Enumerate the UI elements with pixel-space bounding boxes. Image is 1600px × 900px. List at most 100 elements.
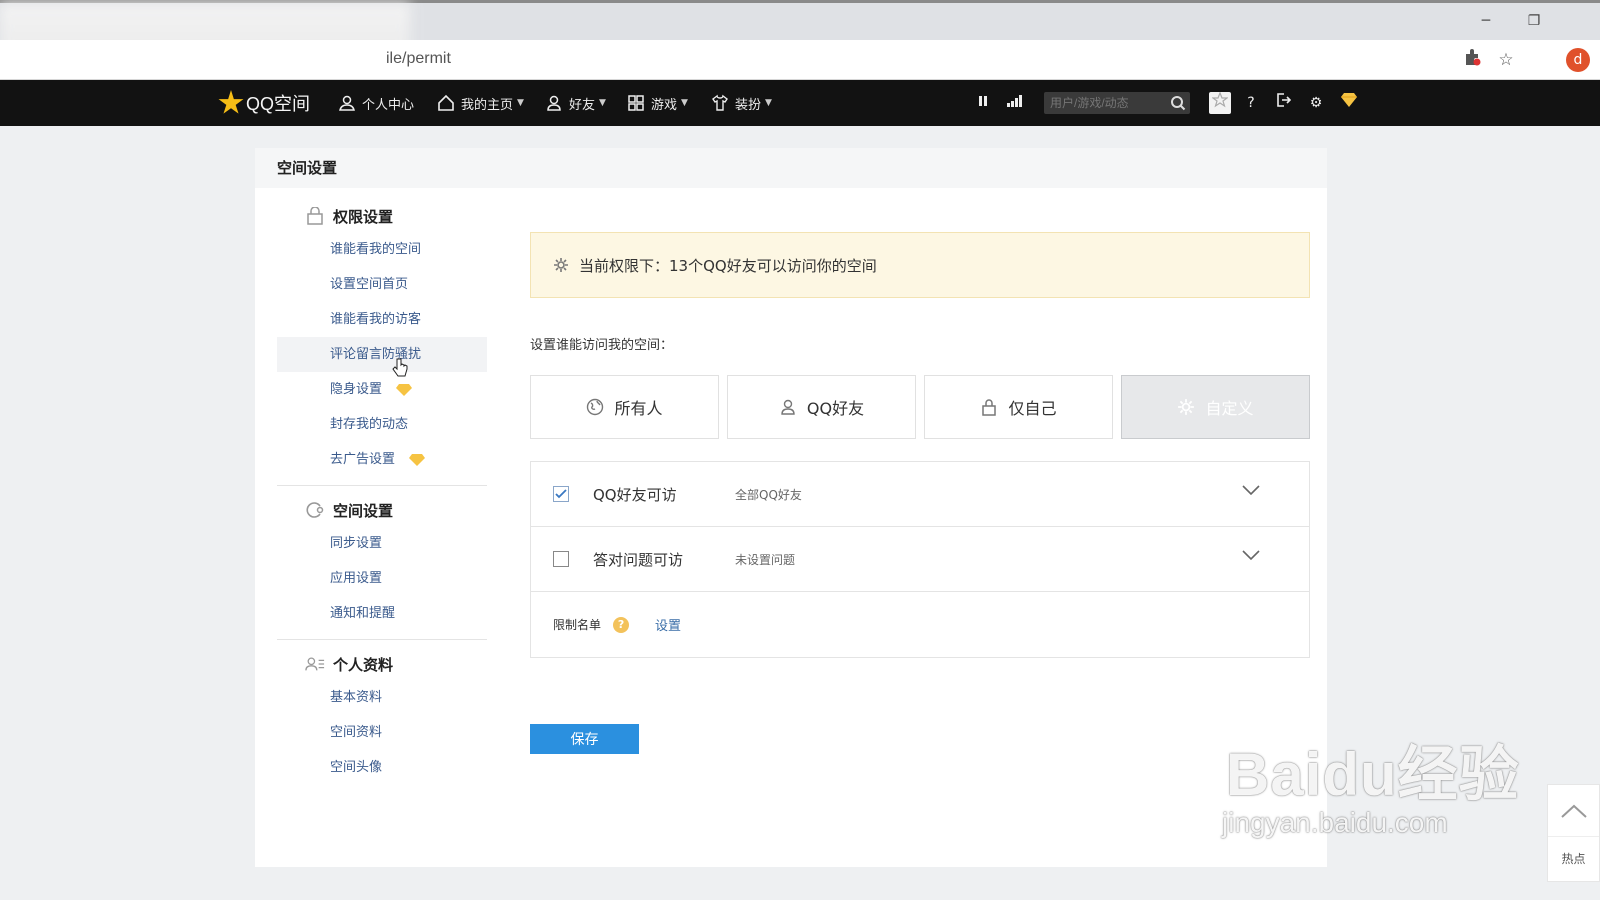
sidebar-item-set-homepage[interactable]: 设置空间首页 <box>277 267 487 302</box>
sidebar-item-apps[interactable]: 应用设置 <box>277 561 487 596</box>
permission-content: 当前权限下：13个QQ好友可以访问你的空间 设置谁能访问我的空间： 所有人 QQ… <box>530 232 1310 754</box>
nav-my-homepage[interactable]: 我的主页 ▼ <box>437 93 524 113</box>
settings-sidebar: 权限设置 谁能看我的空间 设置空间首页 谁能看我的访客 评论留言防骚扰 隐身设置… <box>277 200 487 785</box>
signal-bars-icon[interactable] <box>1003 92 1025 114</box>
option-only-me[interactable]: 仅自己 <box>924 375 1113 439</box>
friend-icon <box>547 95 561 111</box>
back-to-top-button[interactable] <box>1548 785 1599 837</box>
sidebar-item-sync[interactable]: 同步设置 <box>277 526 487 561</box>
group-title-text: 空间设置 <box>333 501 394 520</box>
restrict-list-label: 限制名单 <box>553 618 602 632</box>
hot-side-panel: 热点 <box>1547 784 1600 882</box>
divider <box>277 485 487 486</box>
divider <box>277 639 487 640</box>
logout-icon[interactable] <box>1272 92 1294 114</box>
nav-label: 个人中心 <box>362 97 415 113</box>
favorite-star-icon[interactable] <box>1209 91 1231 114</box>
diamond-icon[interactable] <box>1338 92 1360 114</box>
sidebar-item-anti-harassment[interactable]: 评论留言防骚扰 <box>277 337 487 372</box>
rule-title: QQ好友可访 <box>593 485 677 504</box>
space-settings-icon <box>306 502 324 518</box>
sidebar-item-who-can-see-visitors[interactable]: 谁能看我的访客 <box>277 302 487 337</box>
option-qq-friends[interactable]: QQ好友 <box>727 375 916 439</box>
notice-text: 当前权限下：13个QQ好友可以访问你的空间 <box>579 256 877 275</box>
nav-label: 装扮 <box>735 97 762 113</box>
search-icon[interactable] <box>1170 95 1186 111</box>
chevron-down-icon[interactable] <box>1241 484 1261 496</box>
baidu-watermark: Baidu经验 jingyan.baidu.com <box>1222 726 1520 839</box>
rule-subtitle: 全部QQ好友 <box>735 487 802 502</box>
help-icon[interactable]: ? <box>613 616 630 633</box>
option-custom[interactable]: 自定义 <box>1121 375 1310 439</box>
chevron-down-icon[interactable] <box>1241 549 1261 561</box>
sidebar-item-space-avatar[interactable]: 空间头像 <box>277 750 487 785</box>
question-access-checkbox[interactable] <box>553 551 569 567</box>
group-profile: 个人资料 <box>277 648 487 680</box>
who-can-access-label: 设置谁能访问我的空间： <box>530 338 674 353</box>
diamond-icon <box>396 383 413 396</box>
rule-friends-access[interactable]: QQ好友可访 全部QQ好友 <box>531 462 1309 527</box>
access-options: 所有人 QQ好友 仅自己 自定义 <box>530 375 1310 439</box>
caret-down-icon: ▼ <box>765 98 772 108</box>
restore-icon[interactable]: ❐ <box>1522 11 1546 31</box>
option-label: 所有人 <box>614 399 663 418</box>
friends-access-checkbox[interactable] <box>553 486 569 502</box>
person-icon <box>339 95 355 111</box>
minimize-icon[interactable]: ─ <box>1474 11 1498 31</box>
sidebar-item-space-info[interactable]: 空间资料 <box>277 715 487 750</box>
globe-icon <box>587 398 604 416</box>
sidebar-item-who-can-view[interactable]: 谁能看我的空间 <box>277 232 487 267</box>
nav-games[interactable]: 游戏 ▼ <box>627 93 688 113</box>
home-icon <box>438 94 454 111</box>
restrict-list-set-link[interactable]: 设置 <box>655 615 681 634</box>
option-label: 仅自己 <box>1008 399 1057 418</box>
sidebar-item-invisible[interactable]: 隐身设置 <box>277 372 487 407</box>
watermark-main: Baidu经验 <box>1226 741 1520 808</box>
diamond-icon <box>409 453 426 466</box>
chevron-up-icon <box>1560 804 1587 818</box>
search-input[interactable] <box>1044 92 1164 114</box>
checkmark-icon <box>555 489 567 499</box>
nav-label: 游戏 <box>651 97 678 113</box>
grid-icon <box>628 95 644 111</box>
extension-icon[interactable] <box>1460 48 1484 72</box>
rule-restrict-list: 限制名单 ? 设置 <box>531 592 1309 657</box>
profile-avatar[interactable]: d <box>1566 48 1590 72</box>
sidebar-item-archive-feeds[interactable]: 封存我的动态 <box>277 407 487 442</box>
lock-icon <box>307 207 323 225</box>
save-button[interactable]: 保存 <box>530 724 639 754</box>
browser-titlebar: ─ ❐ <box>0 0 1600 83</box>
gear-icon[interactable]: ⚙ <box>1305 92 1327 114</box>
logo-text: QQ空间 <box>246 94 311 114</box>
hot-label[interactable]: 热点 <box>1548 837 1599 881</box>
qzone-logo[interactable]: QQ空间 <box>218 88 310 118</box>
bookmark-star-icon[interactable]: ☆ <box>1494 48 1518 72</box>
help-icon[interactable]: ? <box>1240 92 1262 114</box>
gear-icon <box>1178 399 1195 415</box>
nav-friends[interactable]: 好友 ▼ <box>545 93 606 113</box>
url-text[interactable]: ile/permit <box>386 50 451 68</box>
rule-title: 答对问题可访 <box>593 550 684 569</box>
option-label: 自定义 <box>1205 399 1254 418</box>
custom-rules: QQ好友可访 全部QQ好友 答对问题可访 未设置问题 限制名单 ? 设置 <box>530 461 1310 658</box>
gear-icon <box>554 258 568 272</box>
sidebar-item-basic-info[interactable]: 基本资料 <box>277 680 487 715</box>
nav-personal-center[interactable]: 个人中心 <box>338 93 414 113</box>
nav-label: 好友 <box>569 97 596 113</box>
settings-panel: 空间设置 权限设置 谁能看我的空间 设置空间首页 谁能看我的访客 评论留言防骚扰… <box>255 148 1327 867</box>
address-bar: ile/permit ☆ d <box>0 40 1600 80</box>
sidebar-item-remove-ads[interactable]: 去广告设置 <box>277 442 487 477</box>
qzone-top-nav: QQ空间 个人中心 我的主页▼ 好友▼ 游戏▼ 装扮▼ ? ⚙ <box>0 80 1600 126</box>
friend-icon <box>781 399 795 415</box>
nav-label: 我的主页 <box>461 97 514 113</box>
option-everyone[interactable]: 所有人 <box>530 375 719 439</box>
panel-title: 空间设置 <box>255 148 1327 188</box>
caret-down-icon: ▼ <box>681 98 688 108</box>
group-permission: 权限设置 <box>277 200 487 232</box>
group-title-text: 个人资料 <box>333 655 394 674</box>
nav-dressup[interactable]: 装扮 ▼ <box>711 93 772 113</box>
sidebar-item-notifications[interactable]: 通知和提醒 <box>277 596 487 631</box>
pause-icon[interactable] <box>972 92 994 114</box>
profile-card-icon <box>305 657 325 671</box>
rule-question-access[interactable]: 答对问题可访 未设置问题 <box>531 527 1309 592</box>
